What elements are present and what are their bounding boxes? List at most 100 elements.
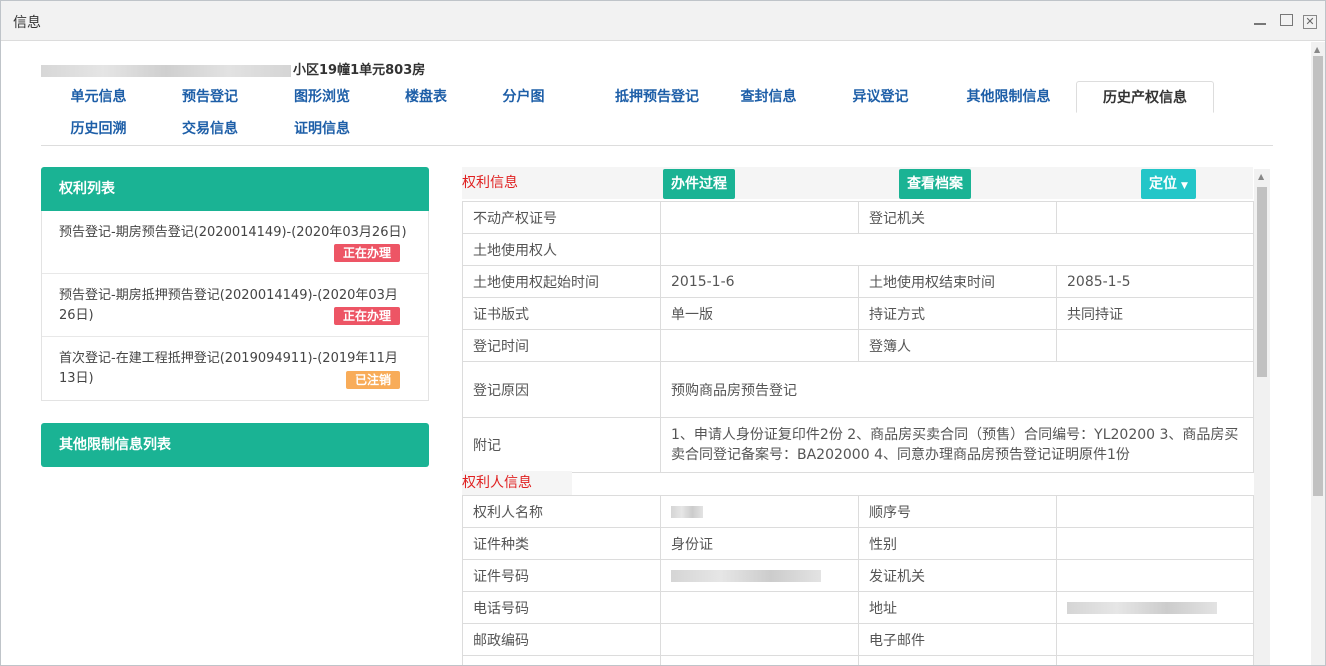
cell-value <box>660 655 859 665</box>
tab-other-restrictions[interactable]: 其他限制信息 <box>951 81 1066 113</box>
cell-value <box>1056 559 1254 592</box>
tab-building-table[interactable]: 楼盘表 <box>378 81 474 113</box>
cell-value <box>1056 655 1254 665</box>
cell-value: 2085-1-5 <box>1056 265 1254 298</box>
cell-value <box>1056 495 1254 528</box>
cell-label: 登记时间 <box>462 329 661 362</box>
cell-label: 电子邮件 <box>858 623 1057 656</box>
cell-label: 土地使用权结束时间 <box>858 265 1057 298</box>
tab-history-property[interactable]: 历史产权信息 <box>1076 81 1214 113</box>
tab-bar: 单元信息 预告登记 图形浏览 楼盘表 分户图 抵押预告登记 查封信息 异议登记 … <box>41 81 1273 146</box>
locate-label: 定位 <box>1149 176 1177 192</box>
address-text: 小区19幢1单元803房 <box>293 63 426 78</box>
cell-label: 电话号码 <box>462 591 661 624</box>
rights-info-table: 不动产权证号 登记机关 土地使用权人 土地使用权起始时间 2015-1-6 土地… <box>462 201 1254 473</box>
cell-value <box>1056 623 1254 656</box>
cell-label: 性别 <box>858 527 1057 560</box>
tab-certificate-info[interactable]: 证明信息 <box>266 113 378 145</box>
cell-label: 登簿人 <box>858 329 1057 362</box>
cell-label: 顺序号 <box>858 495 1057 528</box>
holder-info-label: 权利人信息 <box>462 475 532 491</box>
cell-label: 附记 <box>462 417 661 473</box>
minimize-icon[interactable] <box>1251 11 1269 29</box>
cell-value <box>660 329 859 362</box>
close-icon[interactable]: ✕ <box>1301 11 1319 29</box>
redacted-value <box>1067 601 1217 614</box>
cell-value <box>660 201 859 234</box>
tab-unit-plan[interactable]: 分户图 <box>481 81 566 113</box>
cell-label: 权利人名称 <box>462 495 661 528</box>
rights-list-item[interactable]: 首次登记-在建工程抵押登记(2019094911)-(2019年11月13日) … <box>42 337 428 400</box>
detail-scrollbar[interactable]: ▲ <box>1254 169 1270 665</box>
cell-value: 1、申请人身份证复印件2份 2、商品房买卖合同（预售）合同编号：YL20200 … <box>660 417 1254 473</box>
redacted-value <box>671 569 821 582</box>
rights-info-label: 权利信息 <box>462 175 518 191</box>
cell-label: 持证方式 <box>858 297 1057 330</box>
cell-label: 证书版式 <box>462 297 661 330</box>
cell-value <box>660 623 859 656</box>
tab-unit-info[interactable]: 单元信息 <box>41 81 156 113</box>
cell-value <box>1056 527 1254 560</box>
title-bar[interactable]: 信息 ✕ <box>1 1 1325 41</box>
cell-label: 地址 <box>858 591 1057 624</box>
redacted-value <box>671 505 703 518</box>
status-badge: 已注销 <box>345 371 400 389</box>
rights-info-section: 权利信息 <box>462 167 1253 199</box>
cell-label <box>858 655 1057 665</box>
cell-value <box>660 495 859 528</box>
tab-history-trace[interactable]: 历史回溯 <box>41 113 156 145</box>
window-title: 信息 <box>13 15 41 31</box>
address-line: 小区19幢1单元803房 <box>41 59 425 78</box>
cell-value <box>1056 329 1254 362</box>
cell-label <box>462 655 661 665</box>
cell-value: 单一版 <box>660 297 859 330</box>
cell-label: 邮政编码 <box>462 623 661 656</box>
tab-advance-registration[interactable]: 预告登记 <box>154 81 266 113</box>
cell-value <box>1056 591 1254 624</box>
tab-transaction-info[interactable]: 交易信息 <box>154 113 266 145</box>
other-restrictions-header[interactable]: 其他限制信息列表 <box>41 423 429 467</box>
cell-label: 不动产权证号 <box>462 201 661 234</box>
cell-value: 预购商品房预告登记 <box>660 361 1254 418</box>
cell-label: 发证机关 <box>858 559 1057 592</box>
tab-objection-registration[interactable]: 异议登记 <box>838 81 923 113</box>
view-archive-button[interactable]: 查看档案 <box>899 169 971 199</box>
cell-label: 证件种类 <box>462 527 661 560</box>
rights-list-item[interactable]: 预告登记-期房预告登记(2020014149)-(2020年03月26日) 正在… <box>42 211 428 274</box>
cell-label: 登记原因 <box>462 361 661 418</box>
locate-button[interactable]: 定位 ▼ <box>1141 169 1196 199</box>
tab-seizure-info[interactable]: 查封信息 <box>726 81 811 113</box>
info-dialog: 信息 ✕ ▲ 小区19幢1单元803房 单元信息 预告登记 图形浏览 楼盘表 分… <box>0 0 1326 666</box>
rights-list-item[interactable]: 预告登记-期房抵押预告登记(2020014149)-(2020年03月26日) … <box>42 274 428 337</box>
status-badge: 正在办理 <box>333 244 400 262</box>
cell-value <box>660 591 859 624</box>
cell-label: 土地使用权人 <box>462 233 661 266</box>
maximize-icon[interactable] <box>1277 11 1295 29</box>
window-scroll-thumb[interactable] <box>1313 56 1323 496</box>
rights-list: 预告登记-期房预告登记(2020014149)-(2020年03月26日) 正在… <box>41 211 429 401</box>
caret-down-icon: ▼ <box>1181 181 1188 191</box>
scroll-up-icon[interactable]: ▲ <box>1258 172 1264 181</box>
cell-value: 身份证 <box>660 527 859 560</box>
scroll-up-icon[interactable]: ▲ <box>1314 45 1320 54</box>
cell-label: 证件号码 <box>462 559 661 592</box>
holder-info-table: 权利人名称 顺序号 证件种类 身份证 性别 证件号码 发证机关 电话号码 地址 <box>462 495 1254 665</box>
rights-list-header: 权利列表 <box>41 167 429 211</box>
cell-value: 共同持证 <box>1056 297 1254 330</box>
cell-value: 2015-1-6 <box>660 265 859 298</box>
rights-detail: 权利信息 办件过程 查看档案 定位 ▼ 不动产权证号 登记机关 土地使用权人 土地… <box>462 167 1270 665</box>
cell-label: 土地使用权起始时间 <box>462 265 661 298</box>
cell-label: 登记机关 <box>858 201 1057 234</box>
tab-graphic-browse[interactable]: 图形浏览 <box>266 81 378 113</box>
cell-value <box>660 233 1254 266</box>
status-badge: 正在办理 <box>333 307 400 325</box>
detail-scroll-thumb[interactable] <box>1257 187 1267 377</box>
redacted-address <box>41 64 291 77</box>
process-button[interactable]: 办件过程 <box>663 169 735 199</box>
tab-mortgage-advance[interactable]: 抵押预告登记 <box>586 81 728 113</box>
rights-item-text: 预告登记-期房预告登记(2020014149)-(2020年03月26日) <box>59 225 407 240</box>
holder-info-section: 权利人信息 <box>462 471 572 495</box>
cell-value <box>660 559 859 592</box>
window-scrollbar[interactable]: ▲ <box>1311 42 1325 665</box>
cell-value <box>1056 201 1254 234</box>
